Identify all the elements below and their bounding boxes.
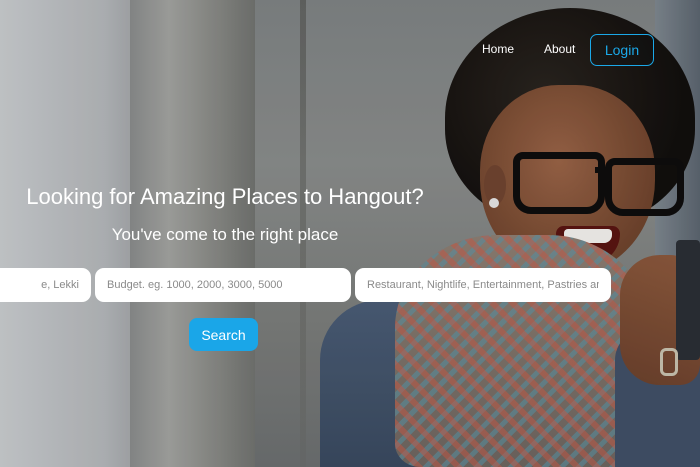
budget-input[interactable] (95, 268, 351, 302)
search-button[interactable]: Search (189, 318, 258, 351)
hero-title: Looking for Amazing Places to Hangout? (26, 184, 424, 209)
category-input[interactable] (355, 268, 611, 302)
login-button[interactable]: Login (590, 34, 654, 66)
hero-subtitle: You've come to the right place (111, 225, 339, 244)
location-input[interactable] (0, 268, 91, 302)
nav-link-home[interactable]: Home (482, 42, 514, 56)
nav-link-about[interactable]: About (544, 42, 575, 56)
